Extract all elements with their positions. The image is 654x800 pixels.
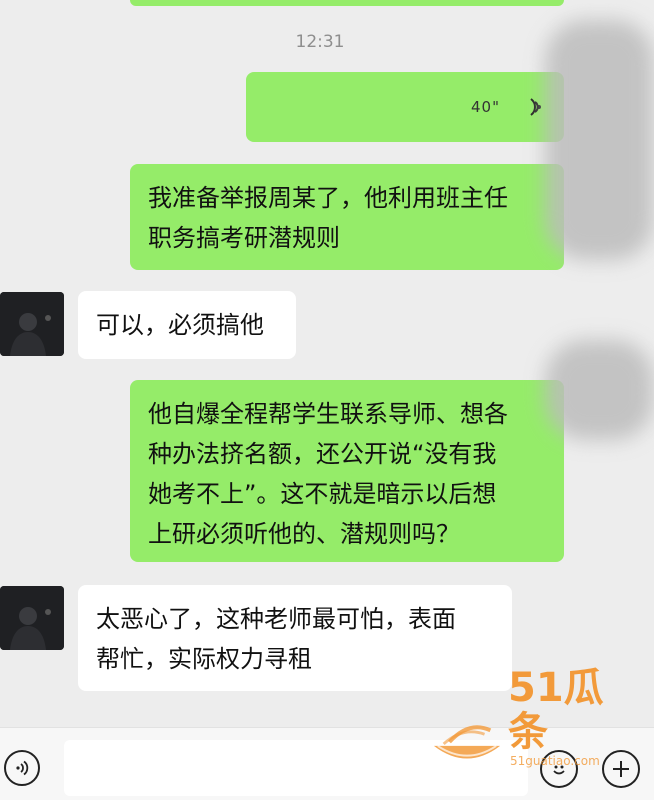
watermark-brand: 51瓜条 bbox=[508, 665, 604, 755]
person-silhouette-icon bbox=[0, 292, 64, 356]
privacy-blur bbox=[545, 20, 654, 260]
contact-avatar[interactable] bbox=[0, 586, 64, 650]
contact-avatar[interactable] bbox=[0, 292, 64, 356]
chat-message[interactable]: 可以，必须搞他 bbox=[78, 291, 296, 359]
chat-message[interactable]: 我准备举报周某了，他利用班主任 职务搞考研潜规则 bbox=[130, 164, 564, 270]
watermark-url: 51guatiao.com bbox=[510, 754, 600, 768]
previous-message-fragment bbox=[130, 0, 564, 6]
privacy-blur bbox=[545, 340, 654, 440]
message-timestamp: 12:31 bbox=[295, 32, 345, 52]
voice-wave-icon bbox=[530, 98, 541, 116]
site-watermark: 51瓜条 51guatiao.com bbox=[430, 666, 640, 768]
voice-message-bubble[interactable]: 40" bbox=[246, 72, 564, 142]
watermelon-logo-icon bbox=[433, 725, 501, 759]
voice-duration: 40" bbox=[471, 98, 500, 116]
person-silhouette-icon bbox=[0, 586, 64, 650]
voice-mode-icon[interactable] bbox=[4, 750, 40, 786]
chat-message[interactable]: 他自爆全程帮学生联系导师、想各 种办法挤名额，还公开说“没有我 她考不上”。这不… bbox=[130, 380, 564, 562]
chat-message[interactable]: 太恶心了，这种老师最可怕，表面 帮忙，实际权力寻租 bbox=[78, 585, 512, 691]
